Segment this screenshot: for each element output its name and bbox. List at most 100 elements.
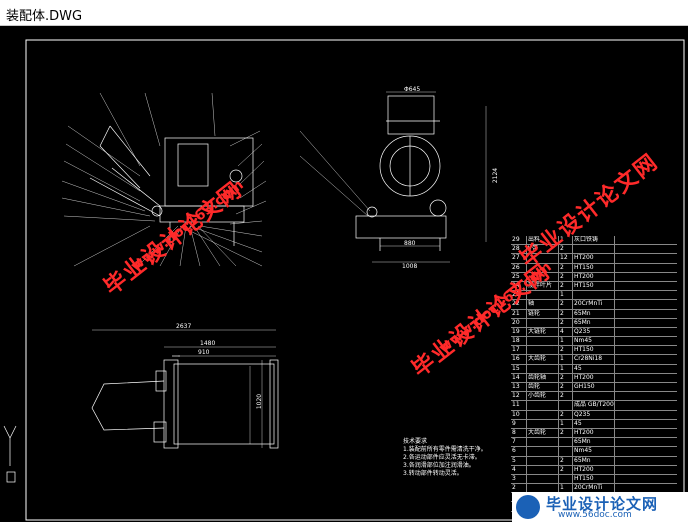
table-cell: 链轮 xyxy=(527,309,559,318)
table-cell: 成品 GB/T2003 xyxy=(574,401,615,410)
notes-line: 1.装配前所有零件需清洗干净。 xyxy=(403,446,487,453)
table-cell: 灰口铁铸 xyxy=(573,236,615,245)
table-cell: HT150 xyxy=(573,281,615,291)
table-cell: 1 xyxy=(559,337,573,346)
table-cell: 1 xyxy=(559,291,573,300)
dim-2124: 2124 xyxy=(492,167,500,184)
table-row: 19 大链轮 4 Q235 xyxy=(511,327,677,338)
table-cell: 17 xyxy=(511,346,527,355)
table-row: 7 65Mn xyxy=(511,438,677,448)
table-row: 20 2 65Mn xyxy=(511,318,677,328)
side-view xyxy=(355,95,447,251)
table-cell: 65Mn xyxy=(573,309,615,318)
table-cell: 10 xyxy=(511,410,527,419)
table-cell: 2 xyxy=(559,465,573,474)
table-cell: 2 xyxy=(559,428,573,438)
notes-line: 2.各运动部件应灵活无卡滞。 xyxy=(403,454,481,461)
cad-drawing-canvas[interactable]: Φ645 2124 880 1008 2637 1480 910 1020 29… xyxy=(0,26,688,522)
table-row: 9 1 45 xyxy=(511,419,677,429)
window-titlebar: 装配体.DWG xyxy=(0,0,688,26)
table-cell: 19 xyxy=(511,327,527,337)
notes-heading: 技术要求 xyxy=(403,438,428,445)
table-cell: 12 xyxy=(511,392,527,401)
table-cell: Q235 xyxy=(573,410,615,419)
table-cell xyxy=(527,447,559,456)
table-cell xyxy=(527,438,559,447)
table-cell: 轴 xyxy=(527,300,559,309)
table-cell: 3 xyxy=(511,474,527,484)
table-cell: 15 xyxy=(511,364,527,373)
dim-910: 910 xyxy=(198,349,210,356)
table-cell xyxy=(527,465,559,474)
table-cell xyxy=(573,291,615,300)
table-cell: GH150 xyxy=(573,383,615,392)
dim-880: 880 xyxy=(404,240,416,247)
dim-1008: 1008 xyxy=(402,263,418,270)
table-cell: 14 xyxy=(511,373,527,382)
table-cell: 1 xyxy=(559,355,573,364)
table-cell: 大齿轮 xyxy=(527,428,559,438)
table-cell: 2 xyxy=(559,392,573,401)
table-row: 21 链轮 2 65Mn xyxy=(511,309,677,319)
table-cell: Nm45 xyxy=(573,447,615,456)
table-cell: 2 xyxy=(559,281,573,291)
table-cell: 12 xyxy=(559,254,573,263)
table-cell: HT150 xyxy=(573,474,615,484)
table-cell: 1 xyxy=(559,364,573,373)
table-row: 3 HT150 xyxy=(511,474,677,485)
table-cell: HT150 xyxy=(573,263,615,272)
table-row: 5 2 65Mn xyxy=(511,456,677,466)
table-cell: 65Mn xyxy=(573,456,615,465)
table-cell: Nm45 xyxy=(573,337,615,346)
table-cell: 2 xyxy=(559,300,573,309)
table-cell: 20 xyxy=(511,318,527,327)
window-title: 装配体.DWG xyxy=(6,9,83,24)
table-cell xyxy=(559,401,573,410)
table-cell xyxy=(527,401,559,410)
table-row: 18 1 Nm45 xyxy=(511,337,677,347)
table-cell xyxy=(527,337,559,346)
table-cell: 8 xyxy=(511,428,527,438)
technical-notes: 技术要求 1.装配前所有零件需清洗干净。 2.各运动部件应灵活无卡滞。 3.各润… xyxy=(403,438,487,478)
table-cell: 16 xyxy=(511,355,527,364)
table-cell: 20CrMnTi xyxy=(573,300,615,309)
logo-url: www.56doc.com xyxy=(558,510,632,520)
table-cell xyxy=(527,419,559,428)
table-cell: HT200 xyxy=(573,428,615,438)
table-cell: HT200 xyxy=(573,272,615,281)
table-cell xyxy=(527,474,559,484)
table-cell xyxy=(527,346,559,355)
table-row: 10 2 Q235 xyxy=(511,410,677,420)
table-cell: 6 xyxy=(511,447,527,456)
table-row: 6 Nm45 xyxy=(511,447,677,457)
dim-1480: 1480 xyxy=(200,340,216,347)
dim-2637: 2637 xyxy=(176,323,192,330)
table-cell: 2 xyxy=(559,263,573,272)
table-cell: 2 xyxy=(559,272,573,281)
dim-645: Φ645 xyxy=(404,86,421,93)
table-row: 15 1 45 xyxy=(511,364,677,374)
table-row: 14 齿轮轴 2 HT200 xyxy=(511,373,677,383)
table-cell xyxy=(559,447,573,456)
table-cell: 5 xyxy=(511,456,527,465)
table-cell: 齿轮 xyxy=(527,383,559,392)
table-cell: 2 xyxy=(559,383,573,392)
table-cell xyxy=(559,438,573,447)
table-cell: HT200 xyxy=(573,254,615,263)
table-row: 16 大齿轮 1 Cr28Ni18 xyxy=(511,355,677,365)
table-cell: 18 xyxy=(511,337,527,346)
table-cell: 45 xyxy=(573,419,615,428)
table-cell: 11 xyxy=(511,401,527,410)
table-cell: HT200 xyxy=(573,373,615,382)
site-logo: 毕业设计论文网 www.56doc.com xyxy=(512,492,688,522)
table-row: 13 齿轮 2 GH150 xyxy=(511,383,677,393)
table-cell: Cr28Ni18 xyxy=(573,355,615,364)
table-cell xyxy=(573,245,615,254)
table-row: 22 轴 2 20CrMnTi xyxy=(511,300,677,310)
table-cell: 7 xyxy=(511,438,527,447)
table-row: 4 2 HT200 xyxy=(511,465,677,475)
table-row: 12 小齿轮 2 xyxy=(511,392,677,402)
table-cell: 13 xyxy=(511,383,527,392)
table-row: 17 2 HT150 xyxy=(511,346,677,356)
table-cell: 4 xyxy=(511,465,527,474)
